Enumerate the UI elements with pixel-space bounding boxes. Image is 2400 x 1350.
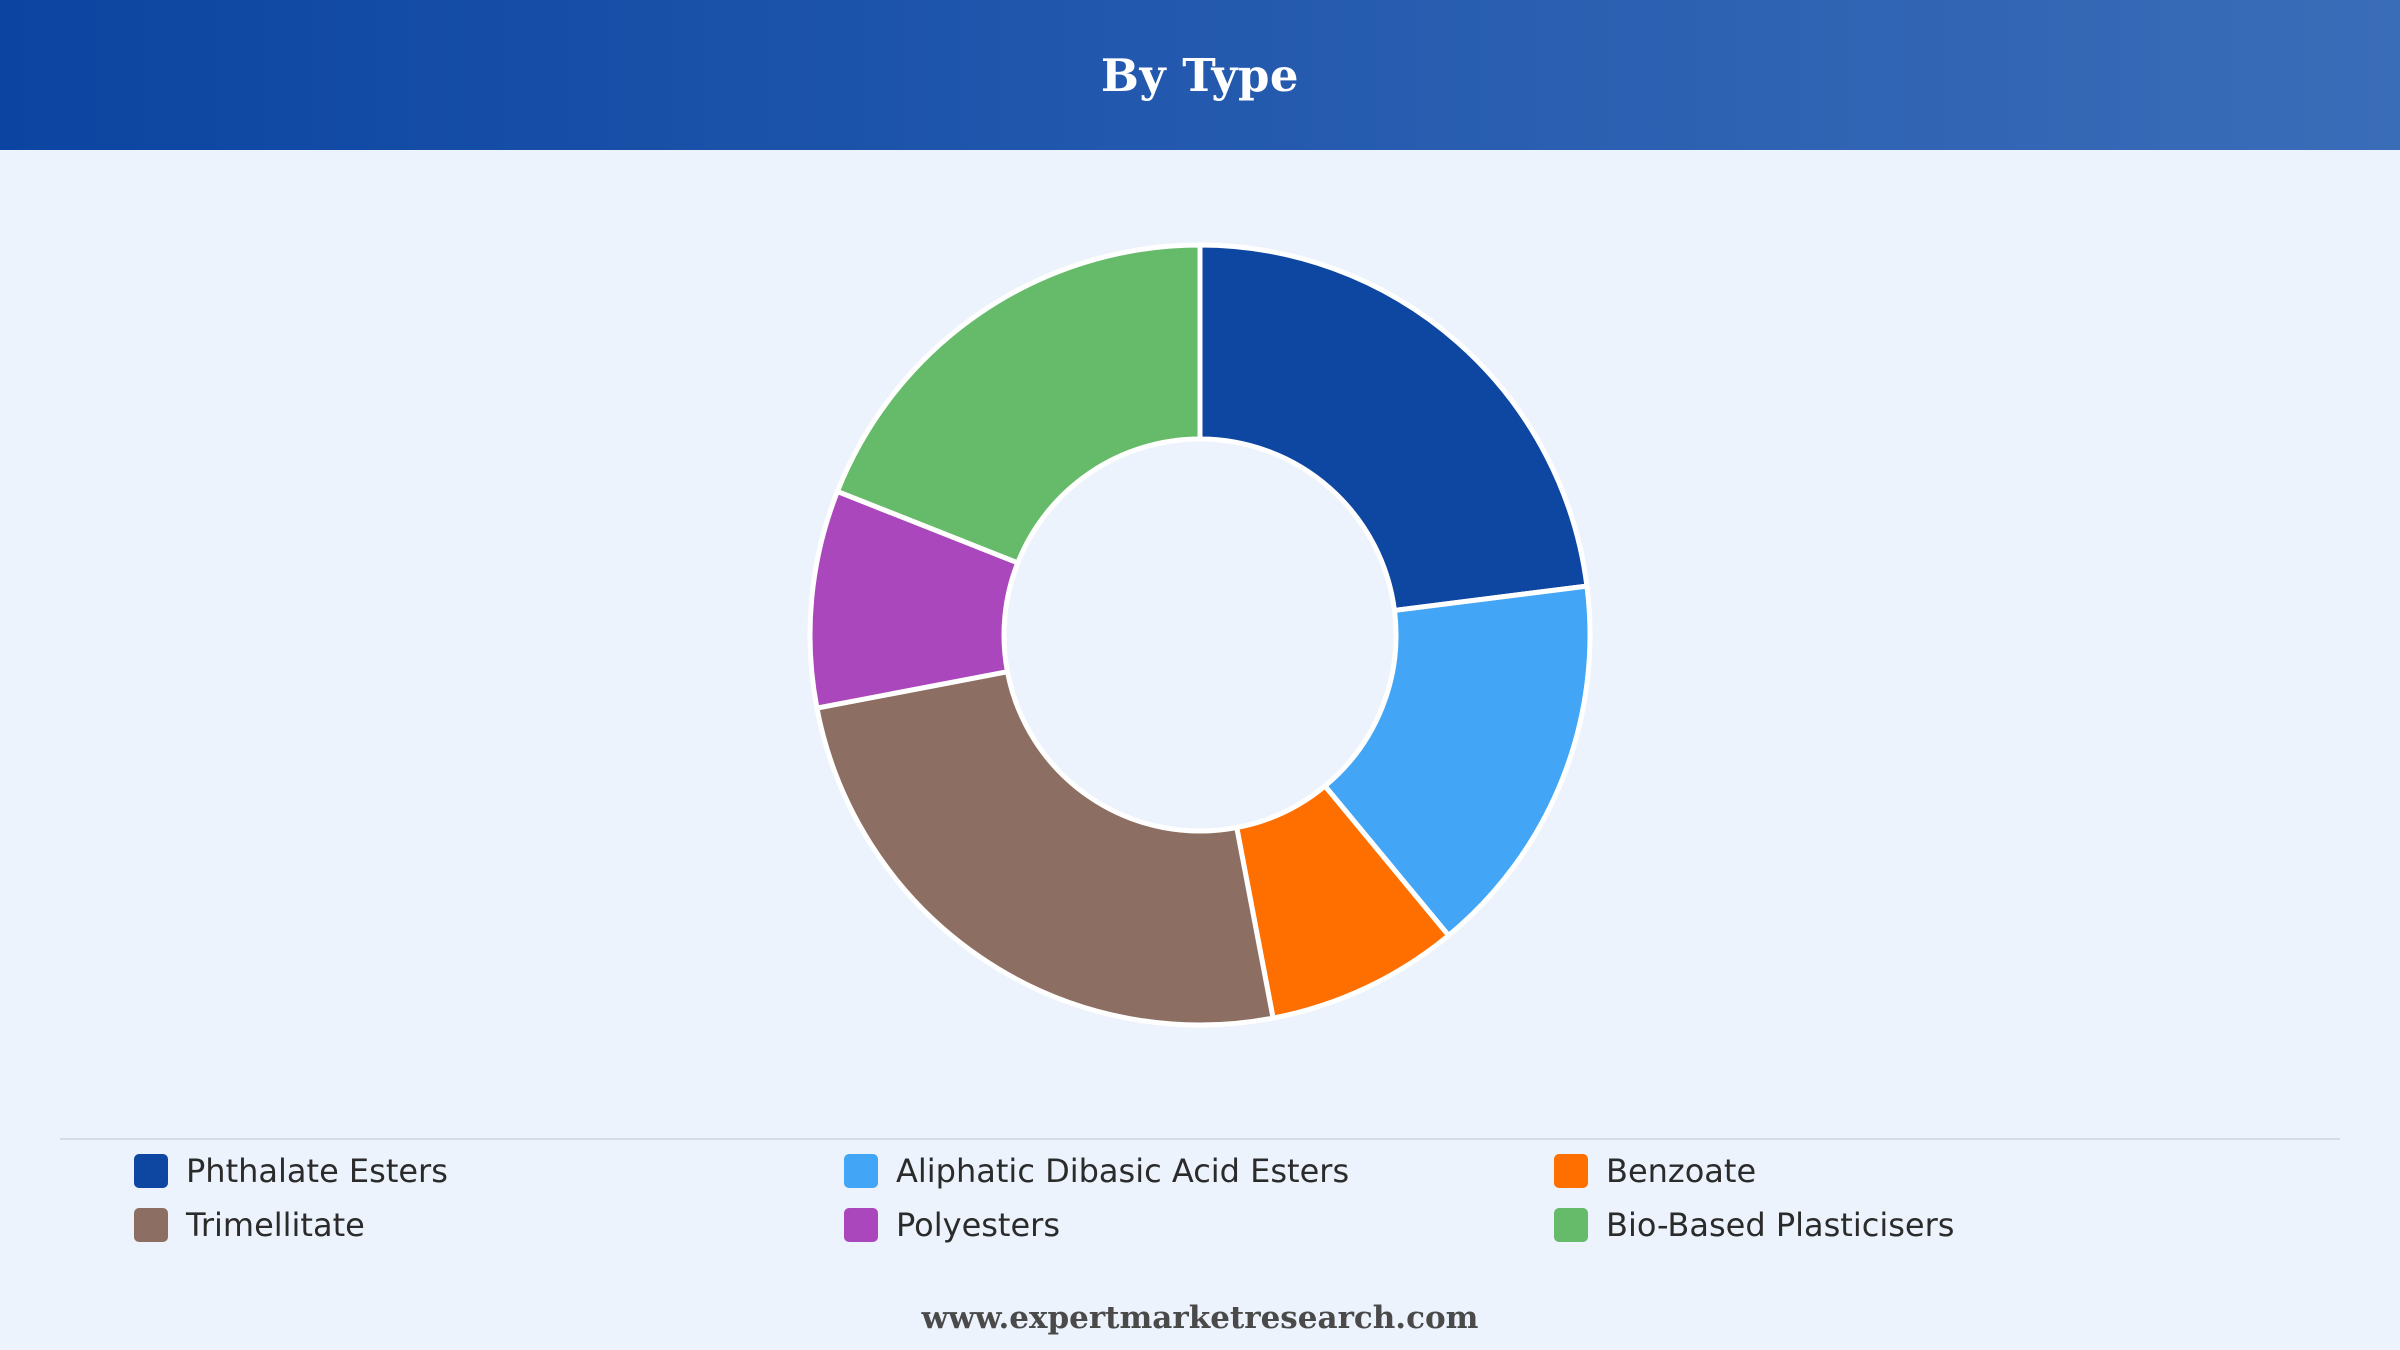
legend-swatch [1554, 1208, 1588, 1242]
legend-swatch [844, 1208, 878, 1242]
slice-phthalate-esters[interactable] [1197, 242, 1590, 613]
legend-item-phthalate-esters[interactable]: Phthalate Esters [134, 1150, 844, 1192]
legend-label: Bio-Based Plasticisers [1606, 1206, 1955, 1244]
legend-item-aliphatic-dibasic-acid-esters[interactable]: Aliphatic Dibasic Acid Esters [844, 1150, 1554, 1192]
legend-label: Benzoate [1606, 1152, 1757, 1190]
legend-label: Aliphatic Dibasic Acid Esters [896, 1152, 1350, 1190]
legend-swatch [1554, 1154, 1588, 1188]
legend-item-bio-based-plasticisers[interactable]: Bio-Based Plasticisers [1554, 1204, 2264, 1246]
legend: Phthalate Esters Aliphatic Dibasic Acid … [134, 1150, 2314, 1246]
donut-chart [807, 242, 1593, 1028]
legend-swatch [134, 1154, 168, 1188]
chart-area [0, 150, 2400, 1130]
legend-label: Polyesters [896, 1206, 1060, 1244]
slice-bio-based-plasticisers[interactable] [834, 242, 1203, 566]
header-banner: By Type [0, 0, 2400, 150]
source-footer: www.expertmarketresearch.com [921, 1300, 1479, 1336]
legend-item-polyesters[interactable]: Polyesters [844, 1204, 1554, 1246]
legend-item-benzoate[interactable]: Benzoate [1554, 1150, 2264, 1192]
legend-swatch [844, 1154, 878, 1188]
legend-label: Phthalate Esters [186, 1152, 448, 1190]
chart-title: By Type [1100, 48, 1300, 102]
legend-divider [60, 1138, 2340, 1140]
legend-item-trimellitate[interactable]: Trimellitate [134, 1204, 844, 1246]
slice-trimellitate[interactable] [814, 669, 1276, 1028]
legend-label: Trimellitate [186, 1206, 365, 1244]
legend-swatch [134, 1208, 168, 1242]
